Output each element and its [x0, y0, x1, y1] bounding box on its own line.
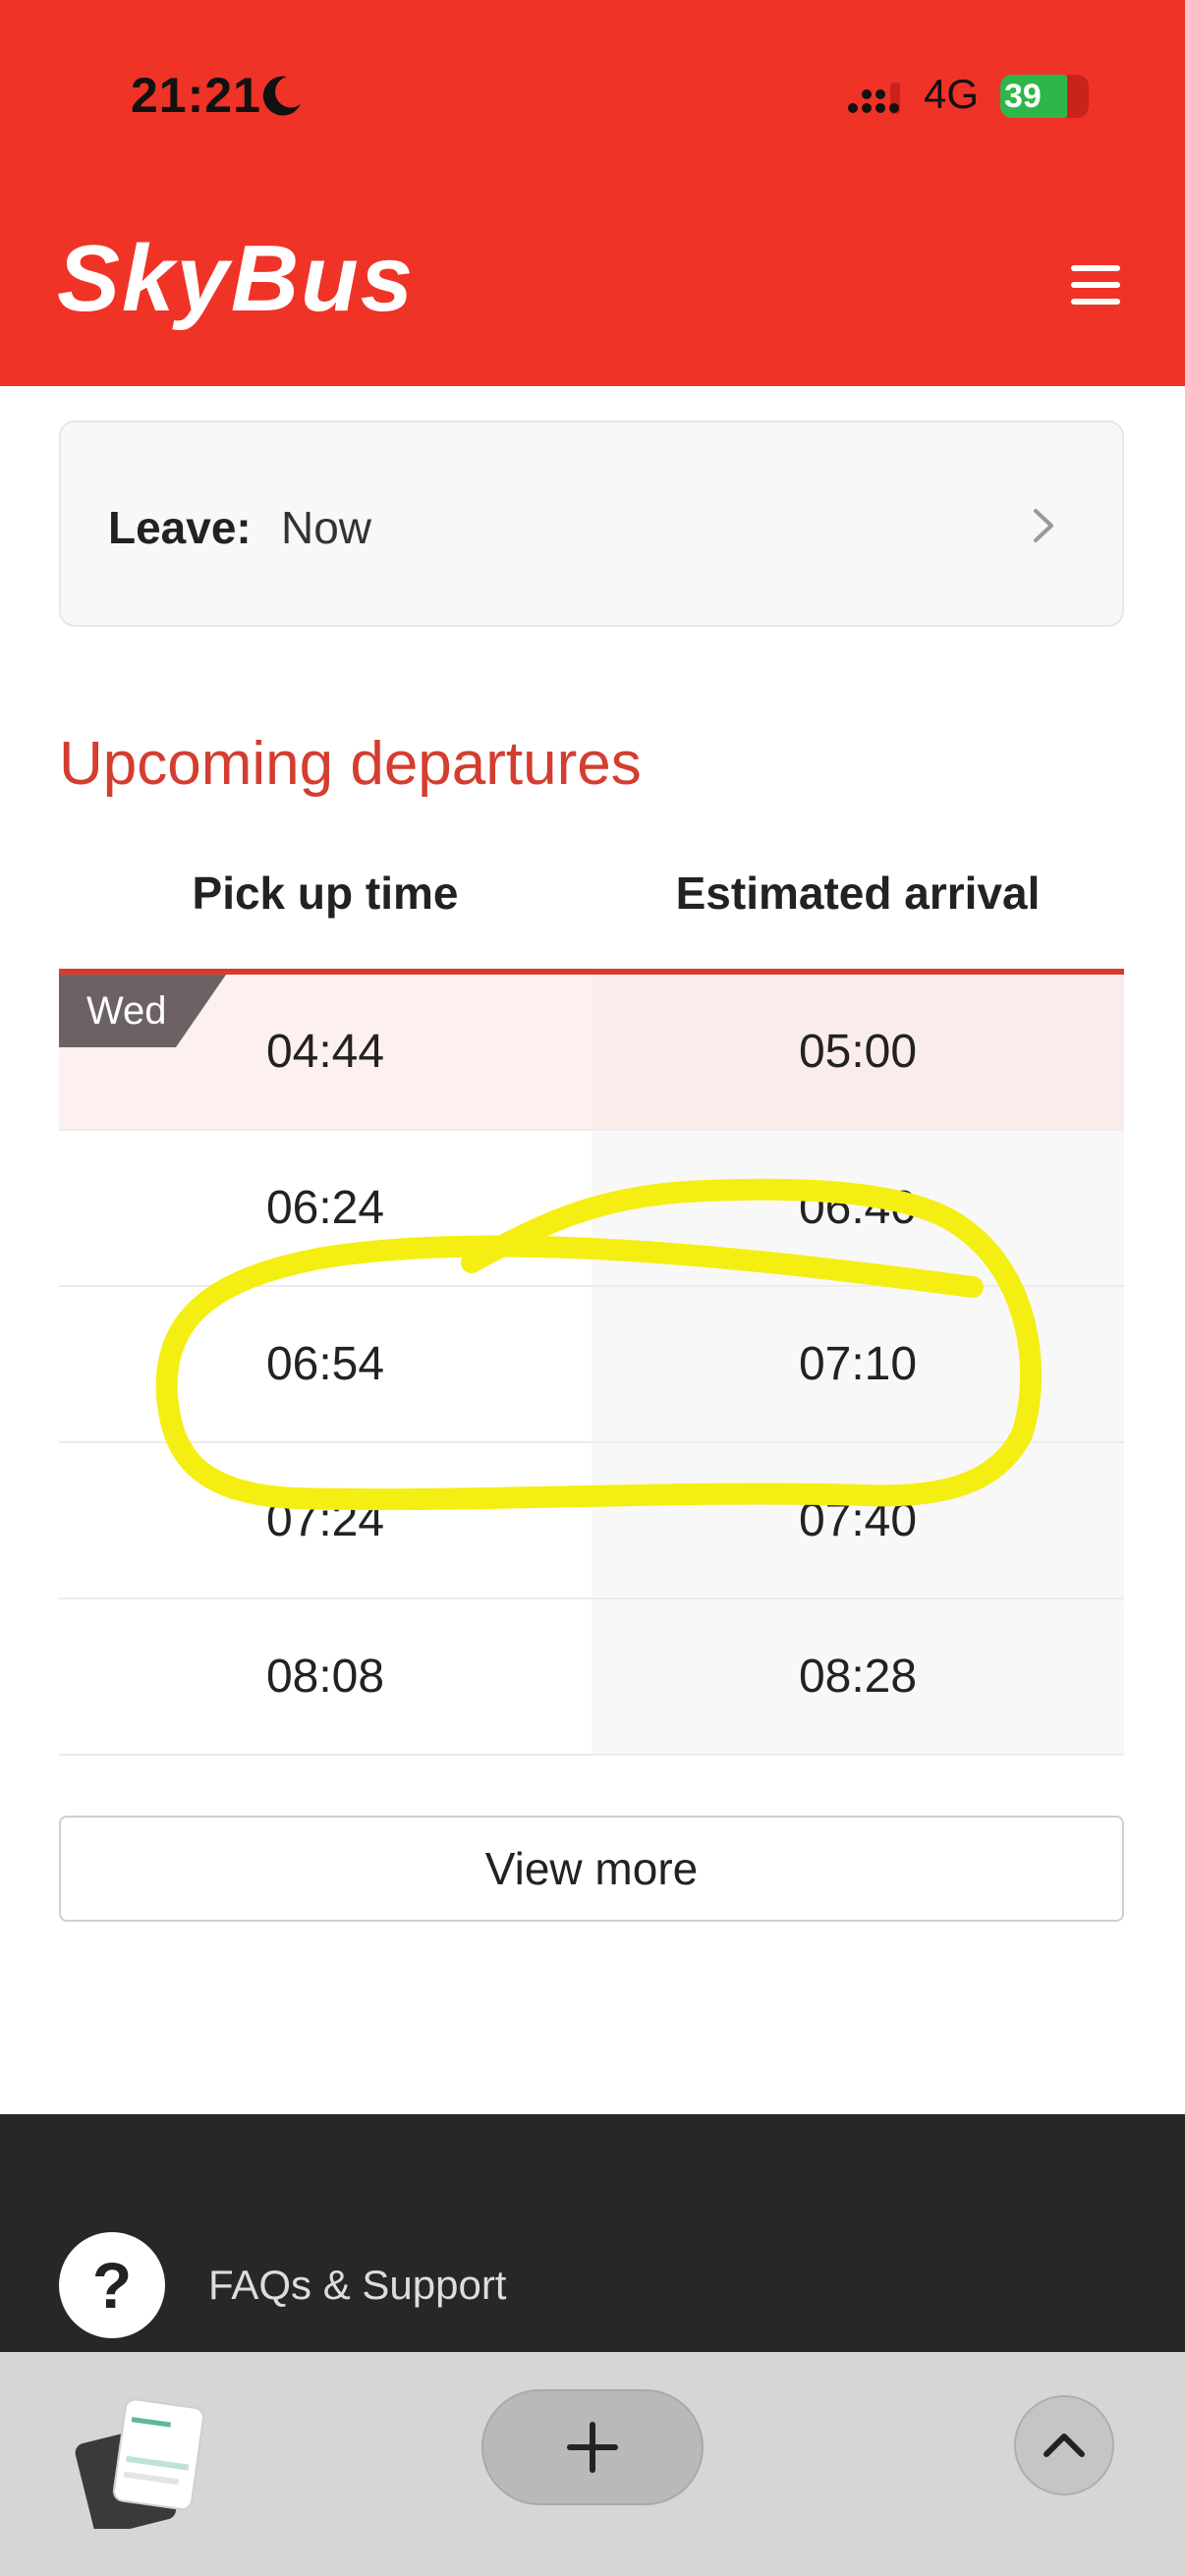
table-row[interactable]: 08:08 08:28: [59, 1599, 1124, 1756]
pickup-time: 08:08: [265, 1651, 385, 1703]
hamburger-menu-icon[interactable]: [1071, 265, 1120, 305]
app-header: 21:21 4G 39 SkyBus: [0, 0, 1185, 386]
tabs-overview-icon[interactable]: [69, 2391, 206, 2529]
status-time: 21:21: [131, 68, 261, 123]
browser-toolbar: [0, 2352, 1185, 2576]
chevron-right-icon: [1034, 509, 1053, 542]
leave-label: Leave:: [108, 502, 252, 553]
network-type: 4G: [924, 71, 980, 117]
chevron-up-icon: [1044, 2434, 1085, 2457]
arrival-time: 07:40: [592, 1443, 1124, 1597]
table-row[interactable]: 06:24 06:40: [59, 1131, 1124, 1287]
help-icon[interactable]: ?: [59, 2232, 165, 2338]
table-row[interactable]: 06:54 07:10: [59, 1287, 1124, 1443]
skybus-logo[interactable]: SkyBus: [57, 232, 415, 326]
arrival-time: 07:10: [592, 1287, 1124, 1441]
new-tab-button[interactable]: [481, 2389, 704, 2505]
pickup-time: 07:24: [265, 1494, 385, 1546]
arrival-time: 06:40: [592, 1131, 1124, 1285]
column-header-pickup: Pick up time: [192, 868, 459, 919]
signal-icon: [848, 83, 900, 114]
leave-value: Now: [281, 502, 372, 553]
table-row[interactable]: 04:44 05:00 Wed: [59, 975, 1124, 1131]
pickup-time: 06:24: [265, 1182, 385, 1234]
view-more-button[interactable]: View more: [59, 1816, 1124, 1922]
leave-time-selector[interactable]: Leave: Now: [59, 420, 1124, 627]
moon-icon: [262, 76, 301, 116]
battery-icon: 39: [1000, 75, 1089, 118]
table-row[interactable]: 07:24 07:40: [59, 1443, 1124, 1599]
section-title: Upcoming departures: [59, 730, 642, 798]
departures-table: 04:44 05:00 Wed 06:24 06:40 06:54 07:10 …: [59, 969, 1124, 1756]
arrival-time: 08:28: [592, 1599, 1124, 1754]
arrival-time: 05:00: [592, 975, 1124, 1129]
plus-icon: [567, 2422, 618, 2473]
scroll-up-button[interactable]: [1014, 2395, 1114, 2495]
battery-level: 39: [1004, 78, 1042, 115]
pickup-time: 06:54: [265, 1338, 385, 1390]
column-header-arrival: Estimated arrival: [675, 868, 1041, 919]
faq-support-link[interactable]: FAQs & Support: [208, 2262, 506, 2309]
site-footer: ? FAQs & Support: [0, 2114, 1185, 2355]
